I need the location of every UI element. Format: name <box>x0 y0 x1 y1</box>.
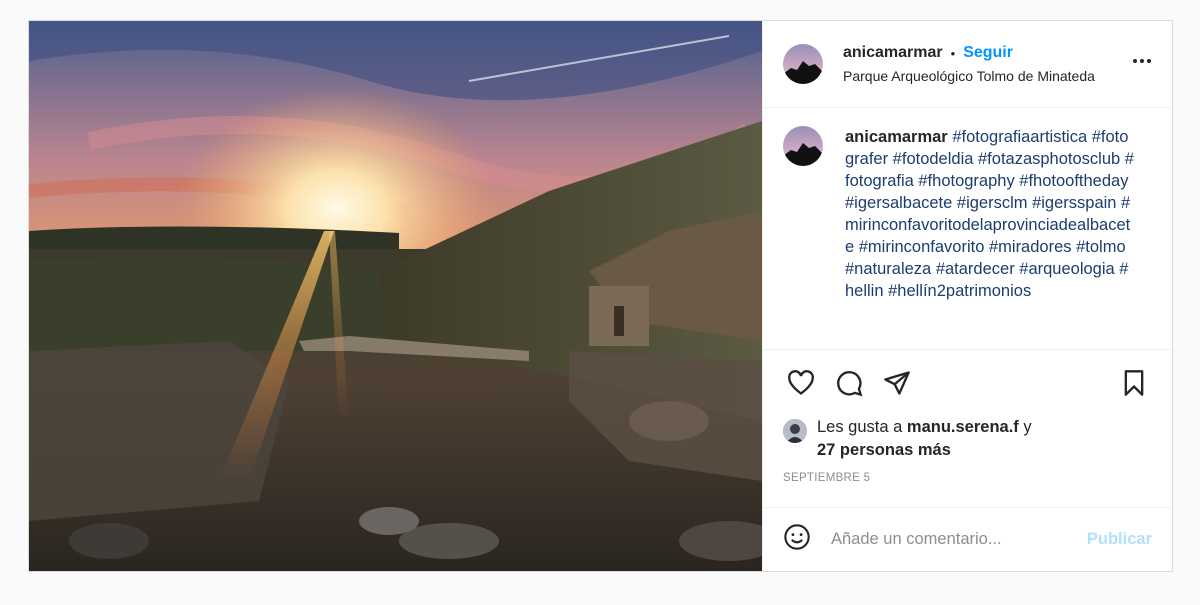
bookmark-shape <box>1124 370 1144 396</box>
comment-bar: Publicar <box>763 507 1172 571</box>
more-options-icon[interactable] <box>1128 49 1156 79</box>
likes-summary: Les gusta a manu.serena.f y 27 personas … <box>763 416 1172 462</box>
post-caption: anicamarmar #fotografiaartistica #fotogr… <box>763 108 1172 350</box>
caption-username[interactable]: anicamarmar <box>845 128 948 146</box>
post-date[interactable]: SEPTIEMBRE 5 <box>763 472 1172 502</box>
more-options-dots <box>1133 59 1151 63</box>
comment-bubble-shape <box>837 371 863 397</box>
action-bar <box>763 350 1172 416</box>
photo-illustration <box>29 21 762 571</box>
post-photo-sunset-ruins[interactable] <box>29 21 762 571</box>
likes-text: Les gusta a manu.serena.f y 27 personas … <box>817 416 1032 462</box>
header-text: anicamarmar • Seguir Parque Arqueológico… <box>843 44 1128 84</box>
post-location[interactable]: Parque Arqueológico Tolmo de Minateda <box>843 68 1113 84</box>
author-avatar[interactable] <box>783 44 823 84</box>
liker-avatar[interactable] <box>783 419 807 443</box>
likes-conjunction: y <box>1023 418 1032 436</box>
follow-button[interactable]: Seguir <box>963 44 1013 62</box>
comment-input[interactable] <box>831 530 1087 549</box>
separator-dot: • <box>950 45 956 61</box>
post-header: anicamarmar • Seguir Parque Arqueológico… <box>763 21 1172 108</box>
caption-text: anicamarmar #fotografiaartistica #fotogr… <box>845 126 1135 349</box>
other-likes-link[interactable]: 27 personas más <box>817 441 951 459</box>
share-icon[interactable] <box>879 365 915 401</box>
liker-username[interactable]: manu.serena.f <box>907 418 1019 436</box>
post-sidebar: anicamarmar • Seguir Parque Arqueológico… <box>762 21 1172 571</box>
post-card: anicamarmar • Seguir Parque Arqueológico… <box>28 20 1173 572</box>
caption-avatar[interactable] <box>783 126 823 166</box>
comment-icon[interactable] <box>831 365 867 401</box>
heart-icon[interactable] <box>783 365 819 401</box>
emoji-icon[interactable] <box>783 523 811 556</box>
liker-avatar-image <box>783 419 807 443</box>
avatar-mountain-image <box>783 143 823 166</box>
caption-hashtags[interactable]: #fotografiaartistica #fotografer #fotode… <box>845 128 1134 300</box>
likes-prefix: Les gusta a <box>817 418 903 436</box>
avatar-mountain-image <box>783 61 823 84</box>
bookmark-icon[interactable] <box>1116 365 1152 401</box>
header-line: anicamarmar • Seguir <box>843 44 1128 62</box>
author-username[interactable]: anicamarmar <box>843 44 943 62</box>
paper-plane-shape <box>884 371 910 395</box>
smiley-shape <box>784 524 810 550</box>
publish-button[interactable]: Publicar <box>1087 530 1152 549</box>
heart-shape <box>788 370 814 395</box>
